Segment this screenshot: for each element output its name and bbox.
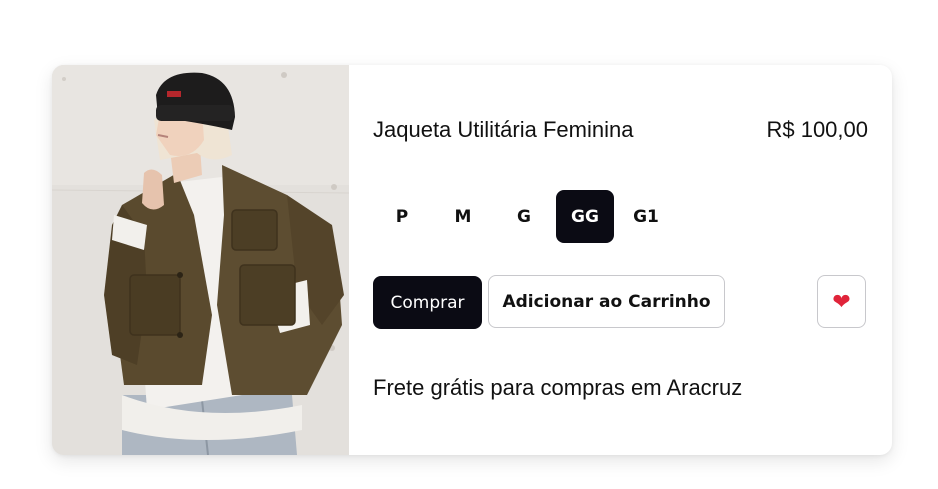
product-image bbox=[52, 65, 349, 455]
buy-button[interactable]: Comprar bbox=[373, 276, 482, 329]
size-option-g1[interactable]: G1 bbox=[617, 190, 675, 243]
product-price: R$ 100,00 bbox=[766, 117, 868, 142]
favorite-button[interactable]: ❤ bbox=[817, 275, 866, 328]
size-option-m[interactable]: M bbox=[434, 190, 492, 243]
product-info: Jaqueta Utilitária Feminina R$ 100,00 P … bbox=[349, 65, 892, 455]
add-to-cart-button[interactable]: Adicionar ao Carrinho bbox=[488, 275, 725, 328]
size-option-p[interactable]: P bbox=[373, 190, 431, 243]
heart-icon: ❤ bbox=[832, 288, 851, 314]
shipping-info: Frete grátis para compras em Aracruz bbox=[373, 375, 743, 400]
product-card: Jaqueta Utilitária Feminina R$ 100,00 P … bbox=[52, 65, 892, 455]
product-title: Jaqueta Utilitária Feminina bbox=[373, 117, 634, 142]
size-selector: P M G GG G1 bbox=[373, 190, 678, 243]
size-option-g[interactable]: G bbox=[495, 190, 553, 243]
size-option-gg[interactable]: GG bbox=[556, 190, 614, 243]
